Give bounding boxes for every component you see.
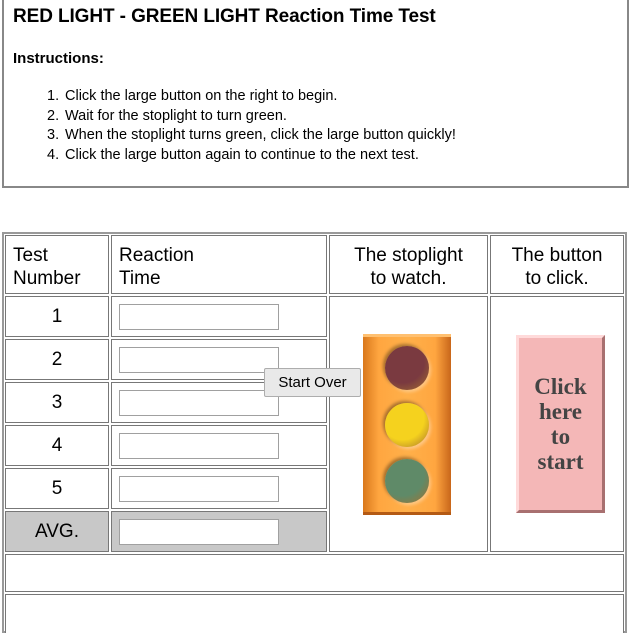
instructions-heading: Instructions: [13,50,104,67]
results-table: Test Number Reaction Time The stoplight … [2,232,627,633]
header-test-number: Test Number [5,235,109,294]
avg-cell [111,511,327,552]
start-reaction-button[interactable]: Click here to start [516,335,605,513]
reaction-cell-4 [111,425,327,466]
instructions-panel: RED LIGHT - GREEN LIGHT Reaction Time Te… [2,0,629,188]
average-time-input[interactable] [119,519,279,545]
reaction-time-input-1[interactable] [119,304,279,330]
instruction-step: 4. Click the large button again to contin… [47,146,419,163]
test-number-4: 4 [5,425,109,466]
instruction-step: 1. Click the large button on the right to… [47,88,338,104]
reaction-time-input-5[interactable] [119,476,279,502]
reaction-time-input-3[interactable] [119,390,279,416]
red-lamp [385,346,429,390]
header-reaction-time: Reaction Time [111,235,327,294]
button-cell: Click here to start [490,296,624,552]
instructions-list: 1. Click the large button on the right to… [47,87,456,165]
yellow-lamp [385,403,429,447]
controls-row [5,594,624,633]
reaction-time-input-2[interactable] [119,347,279,373]
stoplight [363,334,451,515]
reaction-time-input-4[interactable] [119,433,279,459]
message-row [5,554,624,592]
green-lamp [385,459,429,503]
stoplight-cell [329,296,488,552]
instruction-step: 3. When the stoplight turns green, click … [47,127,456,143]
page-title: RED LIGHT - GREEN LIGHT Reaction Time Te… [13,6,436,27]
test-number-5: 5 [5,468,109,509]
reaction-cell-5 [111,468,327,509]
reaction-cell-1 [111,296,327,337]
avg-label: AVG. [5,511,109,552]
instruction-step: 2. Wait for the stoplight to turn green. [47,107,287,124]
test-number-1: 1 [5,296,109,337]
test-number-2: 2 [5,339,109,380]
header-stoplight: The stoplight to watch. [329,235,488,294]
test-number-3: 3 [5,382,109,423]
header-button: The button to click. [490,235,624,294]
start-over-button[interactable]: Start Over [264,368,361,397]
